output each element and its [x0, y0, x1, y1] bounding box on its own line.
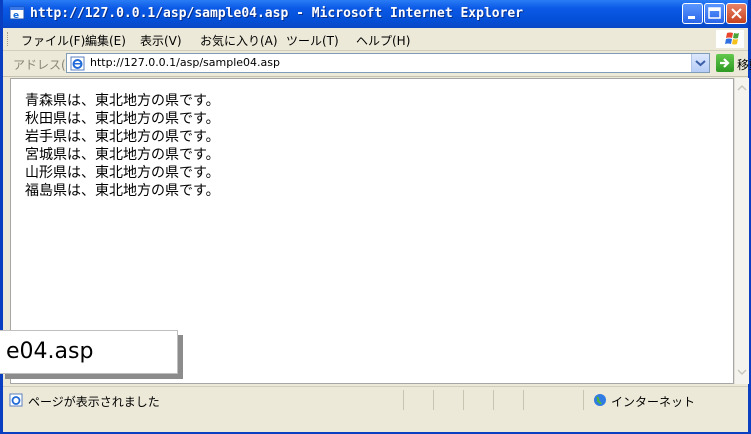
chevron-down-icon — [737, 369, 747, 376]
close-icon — [731, 8, 742, 19]
address-dropdown-button[interactable] — [691, 54, 709, 72]
page-icon — [70, 56, 85, 71]
content-line: 宮城県は、東北地方の県です。 — [25, 147, 220, 163]
callout-text: e04.asp — [6, 339, 94, 364]
minimize-button[interactable] — [682, 3, 703, 24]
page-done-icon — [9, 393, 23, 407]
maximize-button[interactable] — [704, 3, 725, 24]
menu-help[interactable]: ヘルプ(H) — [356, 32, 410, 49]
windows-logo-icon — [716, 30, 744, 48]
menu-bar: ファイル(F) 編集(E) 表示(V) お気に入り(A) ツール(T) ヘルプ(… — [3, 28, 748, 51]
menu-tools[interactable]: ツール(T) — [286, 32, 339, 49]
content-line: 秋田県は、東北地方の県です。 — [25, 111, 220, 127]
status-divider — [463, 390, 464, 410]
status-text: ページが表示されました — [28, 395, 160, 409]
menu-edit[interactable]: 編集(E) — [85, 32, 126, 49]
security-zone-text: インターネット — [611, 395, 696, 409]
status-divider — [493, 390, 494, 410]
go-label[interactable]: 移動 — [737, 56, 751, 73]
chevron-down-icon — [695, 60, 706, 67]
minimize-icon — [688, 16, 695, 19]
menu-favorites[interactable]: お気に入り(A) — [200, 32, 278, 49]
content-line: 青森県は、東北地方の県です。 — [25, 93, 220, 109]
content-line: 福島県は、東北地方の県です。 — [25, 183, 220, 199]
title-bar[interactable]: e http://127.0.0.1/asp/sample04.asp - Mi… — [3, 0, 748, 28]
ie-icon: e — [9, 5, 25, 21]
menu-view[interactable]: 表示(V) — [140, 32, 182, 49]
window-title: http://127.0.0.1/asp/sample04.asp - Micr… — [30, 6, 524, 21]
status-divider — [583, 390, 584, 410]
address-field[interactable]: http://127.0.0.1/asp/sample04.asp — [66, 53, 710, 73]
close-button[interactable] — [726, 3, 747, 24]
status-divider — [523, 390, 524, 410]
content-line: 岩手県は、東北地方の県です。 — [25, 129, 220, 145]
address-bar: アドレス(D) http://127.0.0.1/asp/sample04.as… — [3, 51, 751, 77]
content-lines: 青森県は、東北地方の県です。 秋田県は、東北地方の県です。 岩手県は、東北地方の… — [25, 92, 220, 200]
chevron-up-icon — [737, 84, 747, 91]
status-divider — [403, 390, 404, 410]
filename-callout: e04.asp — [0, 330, 178, 374]
maximize-icon — [708, 7, 721, 19]
menu-file[interactable]: ファイル(F) — [21, 32, 85, 49]
svg-text:e: e — [13, 11, 19, 21]
status-bar: ページが表示されました インターネット — [3, 386, 748, 432]
content-line: 山形県は、東北地方の県です。 — [25, 165, 220, 181]
scroll-up-arrow[interactable] — [735, 80, 749, 96]
go-button[interactable] — [716, 54, 734, 72]
scroll-down-arrow[interactable] — [735, 364, 749, 380]
status-divider — [433, 390, 434, 410]
go-arrow-icon — [720, 58, 730, 68]
toolbar-grip[interactable] — [7, 32, 10, 46]
globe-icon — [593, 393, 607, 407]
address-url: http://127.0.0.1/asp/sample04.asp — [90, 56, 280, 69]
vertical-scrollbar[interactable] — [734, 78, 749, 384]
